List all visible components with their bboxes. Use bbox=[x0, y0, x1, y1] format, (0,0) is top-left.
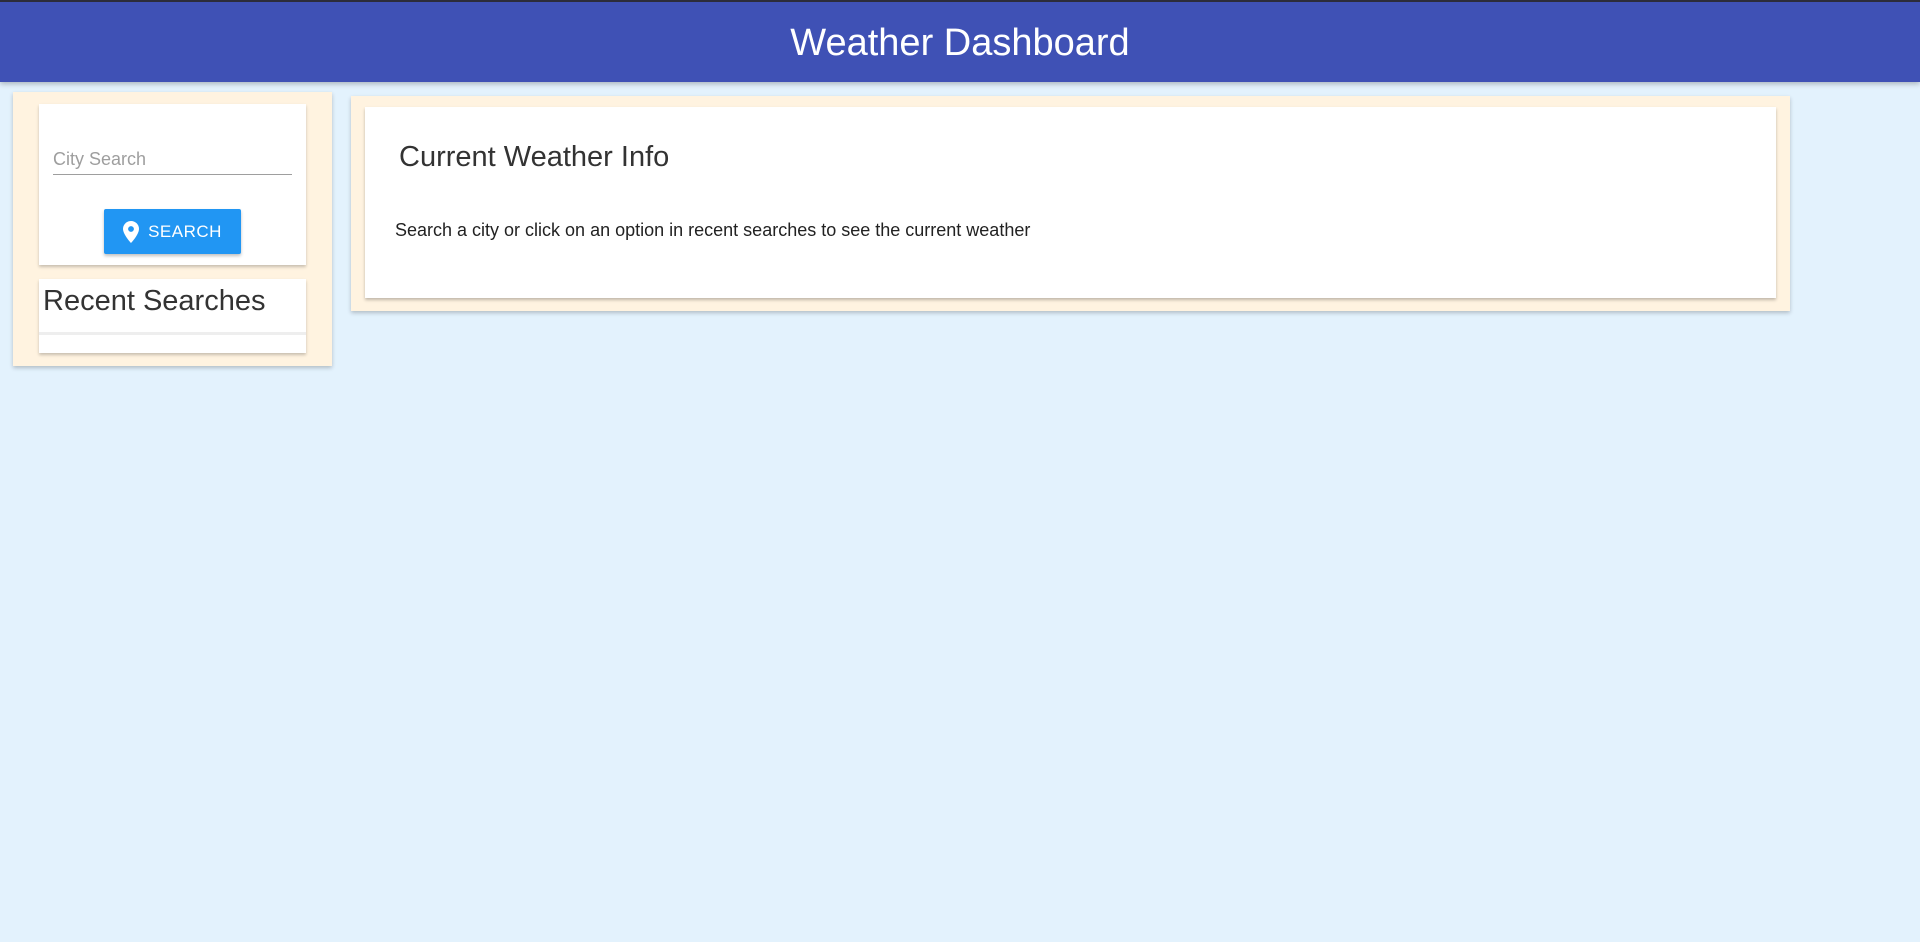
city-search-input[interactable] bbox=[53, 144, 292, 175]
current-weather-card: Current Weather Info Search a city or cl… bbox=[365, 107, 1776, 298]
app-title: Weather Dashboard bbox=[790, 22, 1130, 64]
recent-searches-card: Recent Searches bbox=[39, 279, 306, 353]
sidebar-panel: SEARCH Recent Searches bbox=[13, 92, 332, 366]
current-weather-title: Current Weather Info bbox=[399, 141, 670, 173]
search-button[interactable]: SEARCH bbox=[104, 209, 241, 254]
city-search-card: SEARCH bbox=[39, 104, 306, 265]
recent-searches-list bbox=[39, 335, 306, 353]
recent-searches-title: Recent Searches bbox=[43, 285, 266, 317]
main-panel: Current Weather Info Search a city or cl… bbox=[351, 96, 1790, 311]
top-navbar: Weather Dashboard bbox=[0, 0, 1920, 82]
location-pin-icon bbox=[123, 220, 140, 243]
search-button-label: SEARCH bbox=[148, 221, 222, 241]
current-weather-message: Search a city or click on an option in r… bbox=[395, 220, 1031, 240]
